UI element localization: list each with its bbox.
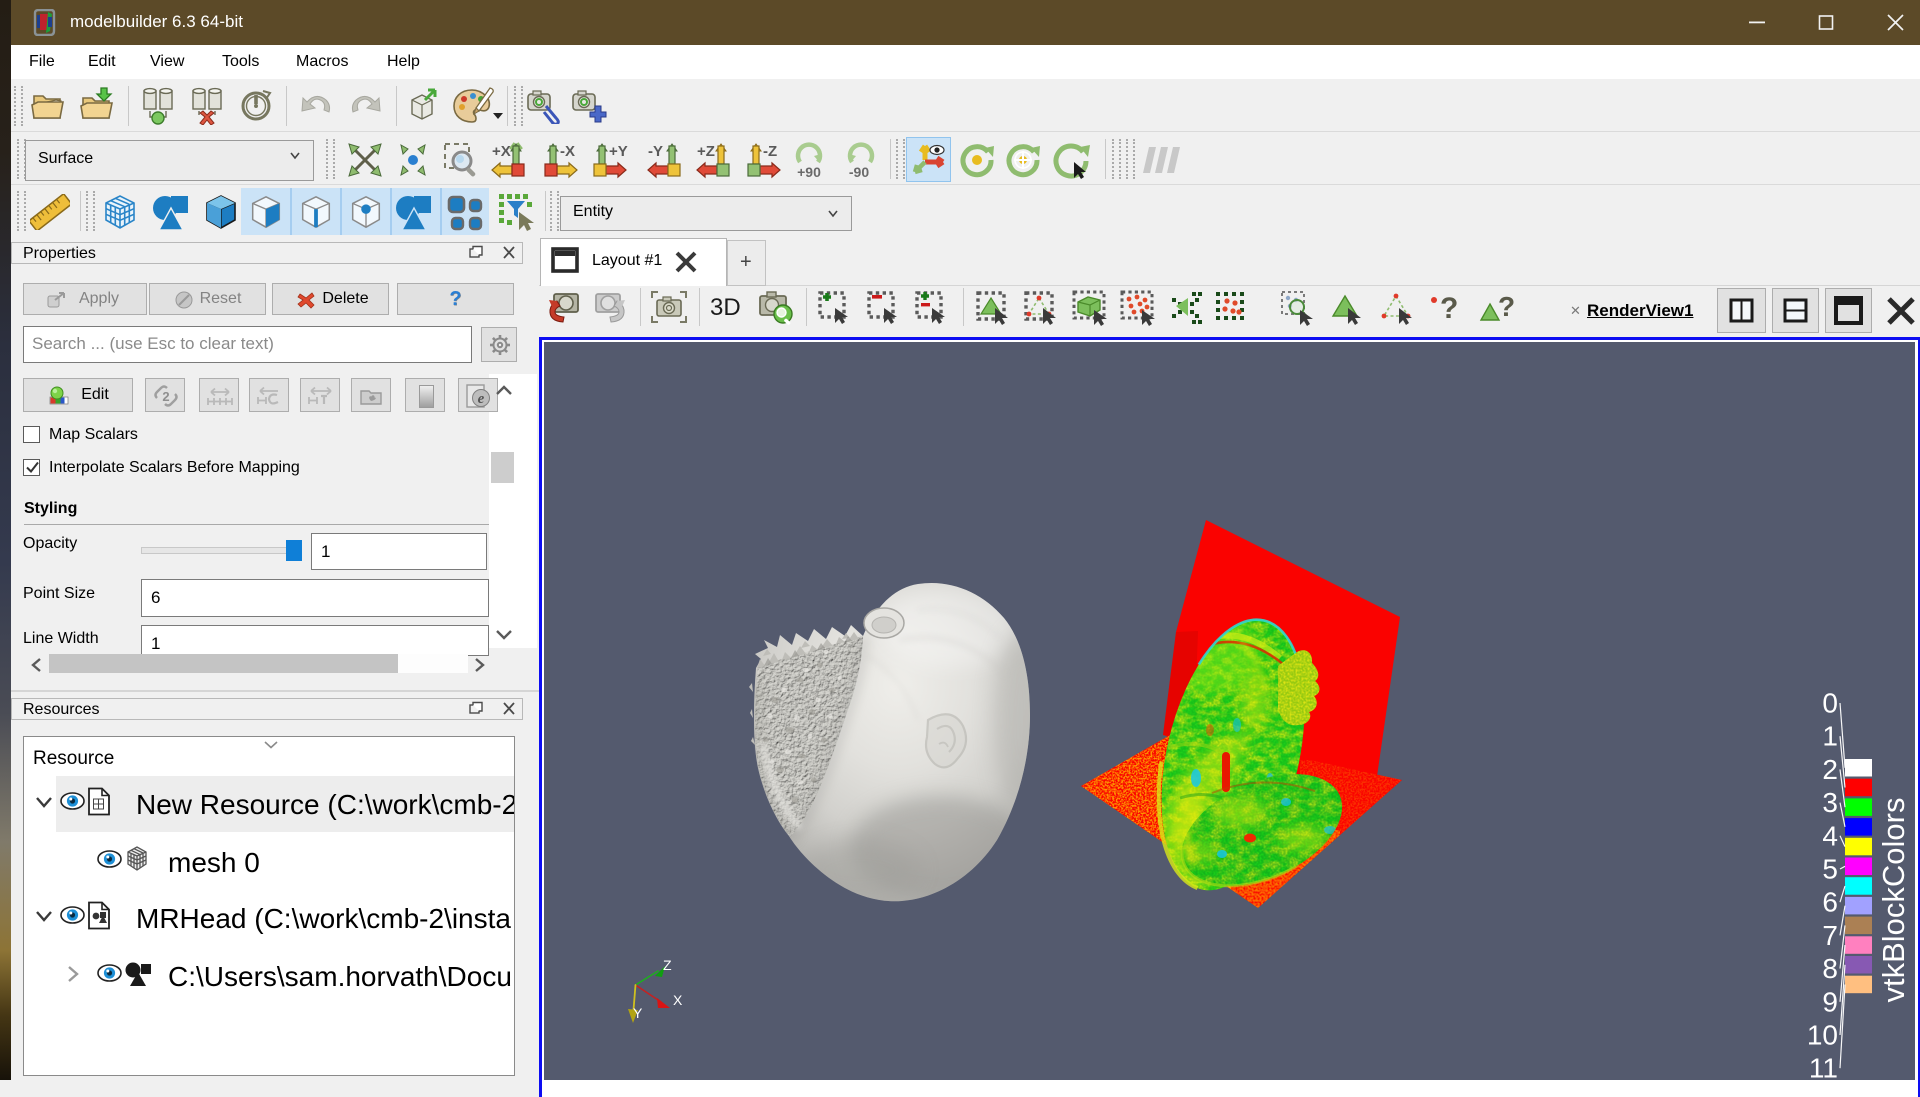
svg-text:5: 5 bbox=[1822, 854, 1838, 885]
svg-text:11: 11 bbox=[1809, 1053, 1838, 1080]
svg-text:Z: Z bbox=[663, 957, 672, 973]
svg-text:+Y: +Y bbox=[609, 143, 628, 160]
svg-text:1: 1 bbox=[1822, 721, 1838, 752]
svg-text:Y: Y bbox=[633, 1005, 643, 1021]
svg-text:?: ? bbox=[1498, 291, 1515, 322]
svg-text:6: 6 bbox=[1822, 887, 1838, 918]
svg-text:3: 3 bbox=[1822, 787, 1838, 818]
svg-text:-X: -X bbox=[560, 143, 575, 160]
svg-text:8: 8 bbox=[1822, 953, 1838, 984]
svg-text:2: 2 bbox=[1822, 754, 1838, 785]
svg-text:7: 7 bbox=[1822, 920, 1838, 951]
svg-text:0: 0 bbox=[1822, 688, 1838, 719]
svg-text:+90: +90 bbox=[797, 164, 821, 180]
svg-text:vtkBlockColors: vtkBlockColors bbox=[1876, 798, 1911, 1003]
svg-text:X: X bbox=[673, 992, 683, 1008]
svg-text:4: 4 bbox=[1822, 820, 1838, 851]
svg-text:+X: +X bbox=[492, 143, 511, 160]
svg-text:+Z: +Z bbox=[697, 143, 715, 160]
svg-text:9: 9 bbox=[1822, 986, 1838, 1017]
svg-text:-90: -90 bbox=[849, 164, 869, 180]
svg-text:-Z: -Z bbox=[763, 143, 777, 160]
svg-text:?: ? bbox=[1440, 292, 1458, 325]
svg-text:e: e bbox=[478, 391, 485, 407]
svg-text:10: 10 bbox=[1807, 1020, 1838, 1051]
svg-text:2: 2 bbox=[162, 389, 169, 404]
svg-text:-Y: -Y bbox=[648, 143, 663, 160]
